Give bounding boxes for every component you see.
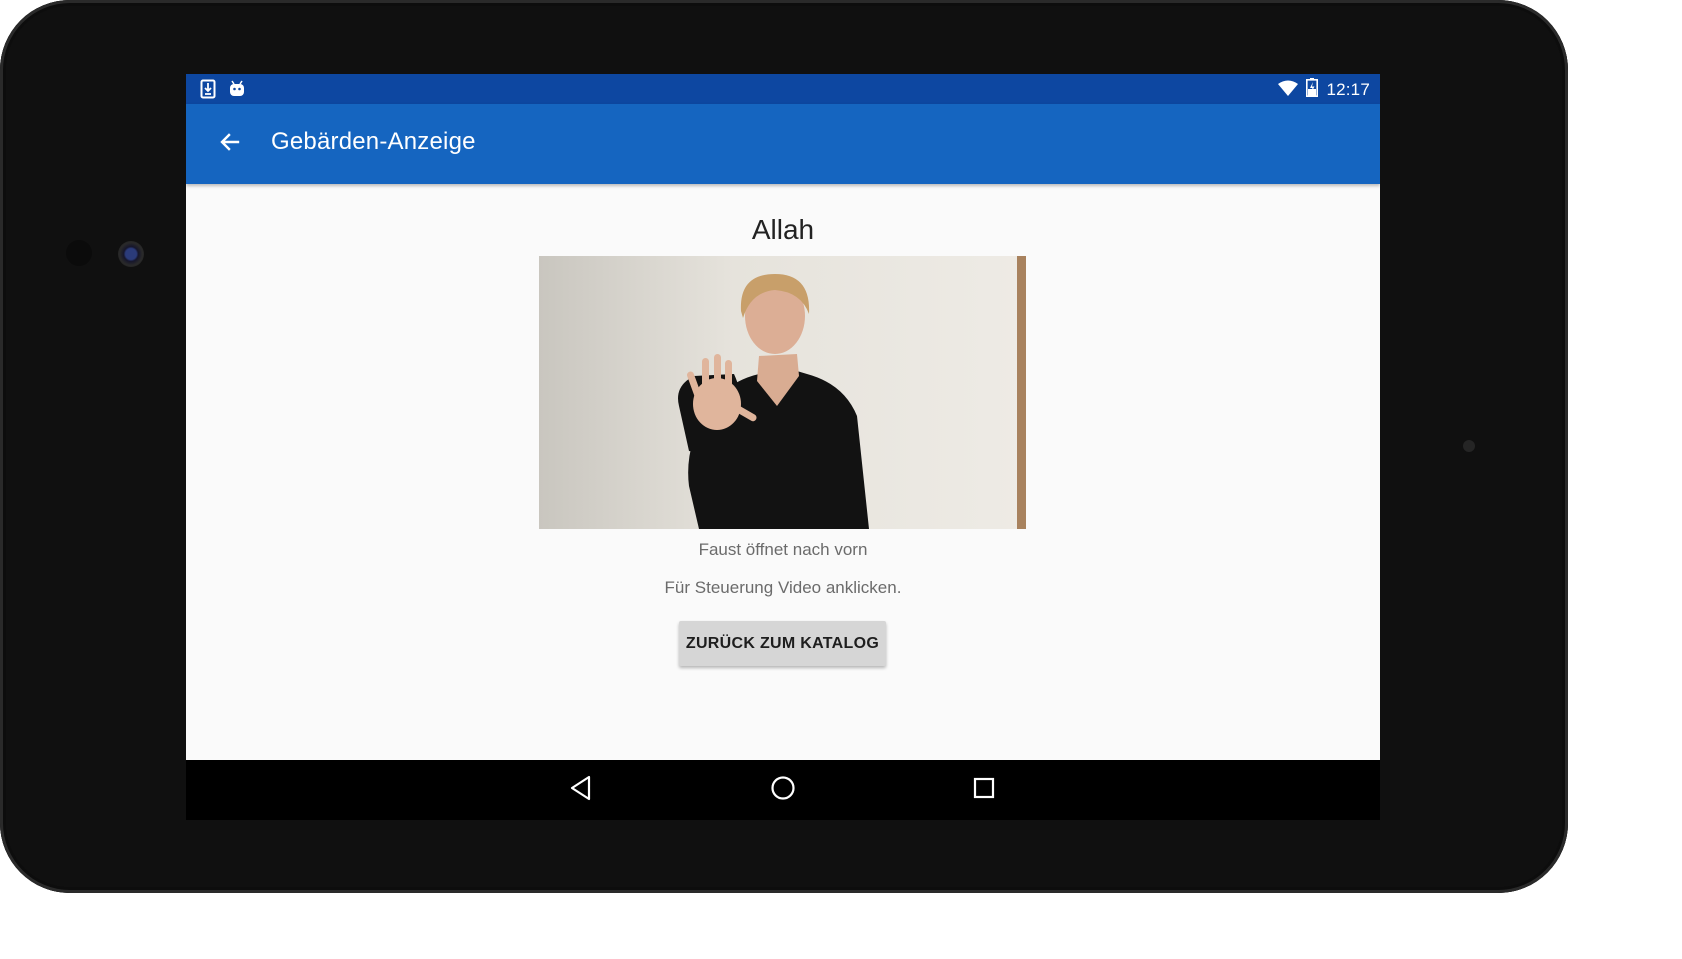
wifi-icon	[1278, 80, 1299, 101]
arrow-back-icon	[218, 130, 242, 159]
sign-description: Faust öffnet nach vorn	[698, 540, 868, 559]
front-camera	[118, 241, 144, 267]
download-icon	[200, 79, 216, 104]
back-triangle-icon	[569, 775, 593, 806]
battery-charging-icon	[1306, 78, 1319, 102]
sign-detail: Allah Faust öffnet nach vorn Für Steueru…	[186, 184, 1380, 760]
app-bar: Gebärden-Anzeige	[186, 104, 1380, 184]
recents-square-icon	[972, 776, 996, 805]
status-time: 12:17	[1326, 80, 1370, 99]
nav-back-button[interactable]	[563, 774, 599, 806]
navigation-bar	[186, 760, 1380, 820]
page-title: Gebärden-Anzeige	[271, 128, 476, 155]
side-sensor	[1463, 440, 1475, 452]
video-hint: Für Steuerung Video anklicken.	[664, 578, 902, 597]
android-icon	[228, 80, 246, 103]
sign-title: Allah	[751, 214, 815, 245]
video-frame	[539, 256, 1026, 529]
nav-recents-button[interactable]	[966, 774, 1002, 806]
back-button[interactable]	[212, 126, 248, 162]
device-screen: 12:17 Gebärden-Anzeige Allah Faust öffne…	[186, 74, 1380, 820]
back-to-catalog-button[interactable]: ZURÜCK ZUM KATALOG	[679, 621, 886, 666]
status-bar: 12:17	[186, 74, 1380, 104]
light-sensor	[66, 240, 92, 266]
status-system: 12:17	[1278, 78, 1370, 102]
tablet-frame: 12:17 Gebärden-Anzeige Allah Faust öffne…	[0, 0, 1568, 893]
sign-video[interactable]	[539, 256, 1026, 529]
nav-home-button[interactable]	[765, 774, 801, 806]
home-circle-icon	[770, 775, 796, 806]
status-notifications	[200, 79, 246, 104]
